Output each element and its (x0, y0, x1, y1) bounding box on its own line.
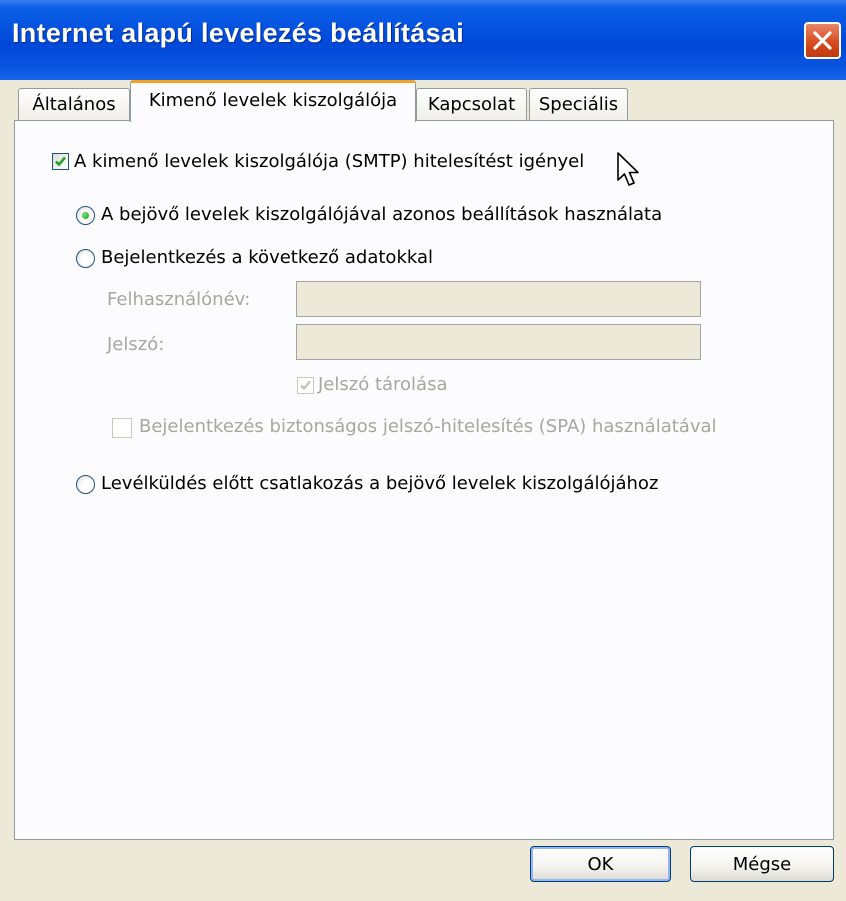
username-label: Felhasználónév: (107, 289, 251, 310)
cancel-button-label: Mégse (732, 853, 792, 875)
window-title: Internet alapú levelezés beállításai (12, 18, 465, 48)
spa-checkbox[interactable] (112, 418, 132, 438)
username-input[interactable] (296, 281, 701, 317)
pop-before-smtp-radio[interactable] (76, 475, 95, 494)
mouse-cursor-icon (617, 152, 639, 186)
ok-button[interactable]: OK (530, 846, 671, 882)
tab-advanced[interactable]: Speciális (529, 88, 628, 121)
password-input[interactable] (296, 324, 701, 360)
pop-before-smtp-label: Levélküldés előtt csatlakozás a bejövő l… (101, 473, 659, 494)
login-with-label: Bejelentkezés a következő adatokkal (101, 247, 434, 268)
same-settings-label: A bejövő levelek kiszolgálójával azonos … (101, 204, 663, 225)
smtp-auth-checkbox[interactable] (52, 153, 69, 170)
close-icon (813, 31, 832, 50)
close-button[interactable] (804, 22, 841, 59)
checkmark-icon (300, 380, 311, 391)
tab-label: Általános (32, 94, 116, 115)
password-label: Jelszó: (107, 334, 165, 355)
checkmark-icon (55, 156, 66, 167)
radio-selected-dot (82, 212, 89, 219)
tab-outgoing-server[interactable]: Kimenő levelek kiszolgálója (130, 80, 416, 122)
spa-label: Bejelentkezés biztonságos jelszó-hiteles… (139, 416, 717, 437)
tab-general[interactable]: Általános (18, 88, 130, 121)
login-with-radio[interactable] (76, 249, 95, 268)
tab-label: Kimenő levelek kiszolgálója (148, 90, 398, 111)
same-settings-radio[interactable] (76, 206, 95, 225)
smtp-auth-label: A kimenő levelek kiszolgálója (SMTP) hit… (74, 151, 585, 172)
remember-password-checkbox[interactable] (297, 377, 314, 394)
title-bar[interactable]: Internet alapú levelezés beállításai (0, 0, 846, 80)
tab-label: Speciális (538, 94, 619, 115)
cancel-button[interactable]: Mégse (690, 846, 834, 882)
tab-connection[interactable]: Kapcsolat (416, 88, 527, 121)
remember-password-label: Jelszó tárolása (318, 374, 448, 395)
ok-button-label: OK (587, 853, 614, 875)
tab-label: Kapcsolat (427, 94, 516, 115)
